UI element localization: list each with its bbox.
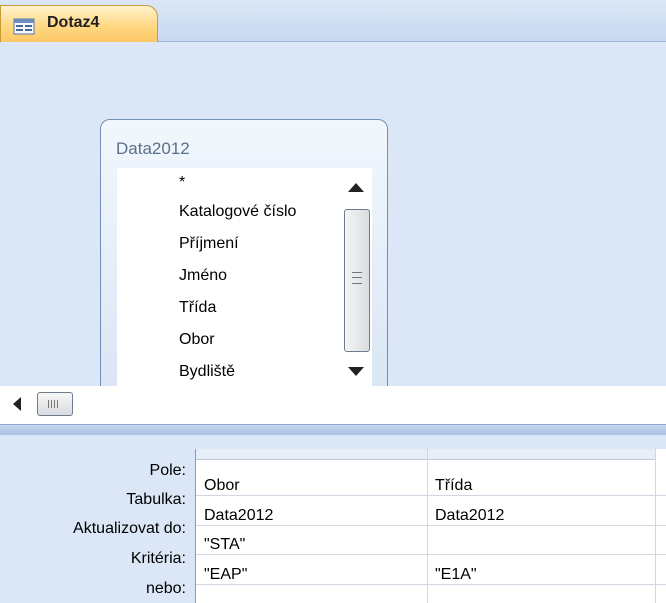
- row-label-tabulka: Tabulka:: [126, 491, 186, 508]
- cell-kriteria-1[interactable]: "EAP": [204, 566, 247, 584]
- grid-line: [196, 525, 666, 526]
- cell-pole-1[interactable]: Obor: [204, 477, 240, 495]
- grid-line: [196, 584, 666, 585]
- scroll-down-arrow-icon[interactable]: [348, 367, 364, 376]
- row-label-pole: Pole:: [149, 462, 186, 479]
- grid-line: [196, 554, 666, 555]
- grid-line: [427, 449, 428, 603]
- field-trida[interactable]: Třída: [179, 299, 216, 317]
- query-design-grid: Pole: Tabulka: Aktualizovat do: Kritéria…: [0, 435, 666, 603]
- cell-tabulka-1[interactable]: Data2012: [204, 507, 273, 525]
- field-list: * Katalogové číslo Příjmení Jméno Třída …: [117, 168, 341, 386]
- scroll-up-arrow-icon[interactable]: [348, 183, 364, 192]
- design-horizontal-scrollbar[interactable]: [0, 386, 666, 423]
- tab-title: Dotaz4: [47, 14, 100, 31]
- field-bydliste[interactable]: Bydliště: [179, 363, 235, 381]
- column-selector-1[interactable]: [196, 449, 428, 460]
- tab-dotaz4[interactable]: Dotaz4: [0, 5, 158, 42]
- row-label-nebo: nebo:: [145, 580, 186, 597]
- qbe-cell-grid: Obor Data2012 "STA" "EAP" Třída Data2012…: [195, 449, 666, 603]
- field-list-scrollbar[interactable]: [341, 168, 372, 386]
- cell-aktualizovat-1[interactable]: "STA": [204, 536, 245, 554]
- cell-pole-2[interactable]: Třída: [435, 477, 472, 495]
- horizontal-scroll-thumb[interactable]: [37, 392, 73, 416]
- field-all[interactable]: *: [179, 174, 185, 192]
- document-tab-strip: Dotaz4: [0, 0, 666, 42]
- column-selector-2[interactable]: [428, 449, 656, 460]
- grip-icon: [352, 272, 362, 284]
- scroll-left-arrow-icon[interactable]: [13, 397, 21, 411]
- field-prijmeni[interactable]: Příjmení: [179, 235, 239, 253]
- grid-line: [655, 449, 656, 603]
- query-icon: [13, 18, 35, 35]
- grid-line: [196, 495, 666, 496]
- row-label-kriteria: Kritéria:: [130, 550, 186, 567]
- table-title: Data2012: [116, 139, 190, 158]
- scroll-thumb[interactable]: [344, 209, 370, 352]
- table-field-list-window[interactable]: Data2012 * Katalogové číslo Příjmení Jmé…: [100, 119, 388, 414]
- row-label-aktualizovat-do: Aktualizovat do:: [73, 520, 186, 537]
- field-jmeno[interactable]: Jméno: [179, 267, 227, 285]
- cell-kriteria-2[interactable]: "E1A": [435, 566, 477, 584]
- cell-tabulka-2[interactable]: Data2012: [435, 507, 504, 525]
- query-design-area: Data2012 * Katalogové číslo Příjmení Jmé…: [0, 42, 666, 414]
- field-obor[interactable]: Obor: [179, 331, 215, 349]
- field-katalogove-cislo[interactable]: Katalogové číslo: [179, 203, 296, 221]
